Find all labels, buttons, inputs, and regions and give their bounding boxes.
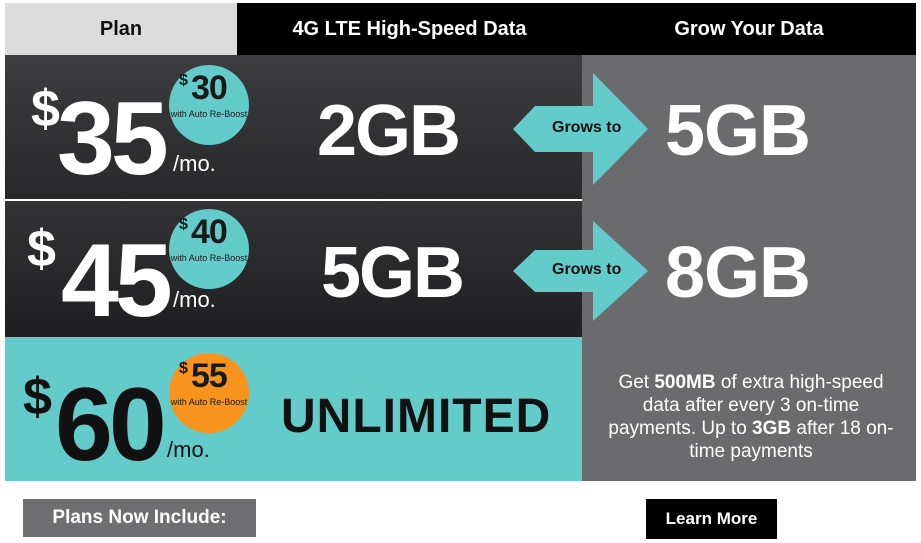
promo-text: Get 500MB of extra high-speed data after… bbox=[605, 371, 897, 463]
price-amount: 60 bbox=[55, 367, 167, 483]
data-amount: UNLIMITED bbox=[281, 390, 552, 443]
plan-row-35: $ 35 /mo. $ 30 with Auto Re-Boost 2GB Gr… bbox=[5, 55, 916, 199]
badge-currency: $ bbox=[179, 216, 188, 233]
price-amount: 35 bbox=[57, 81, 169, 197]
plans-include-label: Plans Now Include: bbox=[23, 499, 256, 537]
promo-part: Get bbox=[618, 372, 655, 393]
price-period: /mo. bbox=[173, 287, 216, 312]
grows-to-label: Grows to bbox=[552, 119, 622, 136]
grow-amount: 8GB bbox=[665, 233, 811, 313]
price-currency: $ bbox=[27, 220, 56, 278]
badge-note: with Auto Re-Boost bbox=[170, 397, 248, 407]
promo-bold: 500MB bbox=[654, 372, 716, 393]
plan-row-45: $ 45 /mo. $ 40 with Auto Re-Boost 5GB Gr… bbox=[5, 201, 916, 337]
grows-to-label: Grows to bbox=[552, 261, 622, 278]
price-period: /mo. bbox=[167, 437, 210, 462]
data-amount: 2GB bbox=[317, 91, 461, 171]
promo-bold: 3GB bbox=[752, 418, 792, 439]
price-currency: $ bbox=[31, 80, 60, 138]
badge-note: with Auto Re-Boost bbox=[170, 253, 248, 263]
data-amount: 5GB bbox=[321, 233, 465, 313]
badge-currency: $ bbox=[179, 360, 188, 377]
header-plan: Plan bbox=[5, 3, 237, 55]
price-currency: $ bbox=[23, 368, 52, 426]
header-grow: Grow Your Data bbox=[582, 3, 916, 55]
badge-price: 30 bbox=[191, 69, 228, 107]
grow-amount: 5GB bbox=[665, 91, 811, 171]
learn-more-button[interactable]: Learn More bbox=[646, 499, 777, 539]
badge-price: 40 bbox=[191, 213, 228, 251]
header-data: 4G LTE High-Speed Data bbox=[237, 3, 582, 55]
badge-price: 55 bbox=[191, 357, 228, 395]
price-amount: 45 bbox=[61, 223, 173, 339]
auto-reboost-badge: $ 40 with Auto Re-Boost bbox=[169, 209, 249, 289]
auto-reboost-badge: $ 55 with Auto Re-Boost bbox=[169, 353, 249, 433]
auto-reboost-badge: $ 30 with Auto Re-Boost bbox=[169, 65, 249, 145]
plans-table: Plan 4G LTE High-Speed Data Grow Your Da… bbox=[5, 3, 916, 481]
price-period: /mo. bbox=[173, 151, 216, 176]
badge-currency: $ bbox=[179, 72, 188, 89]
badge-note: with Auto Re-Boost bbox=[170, 109, 248, 119]
